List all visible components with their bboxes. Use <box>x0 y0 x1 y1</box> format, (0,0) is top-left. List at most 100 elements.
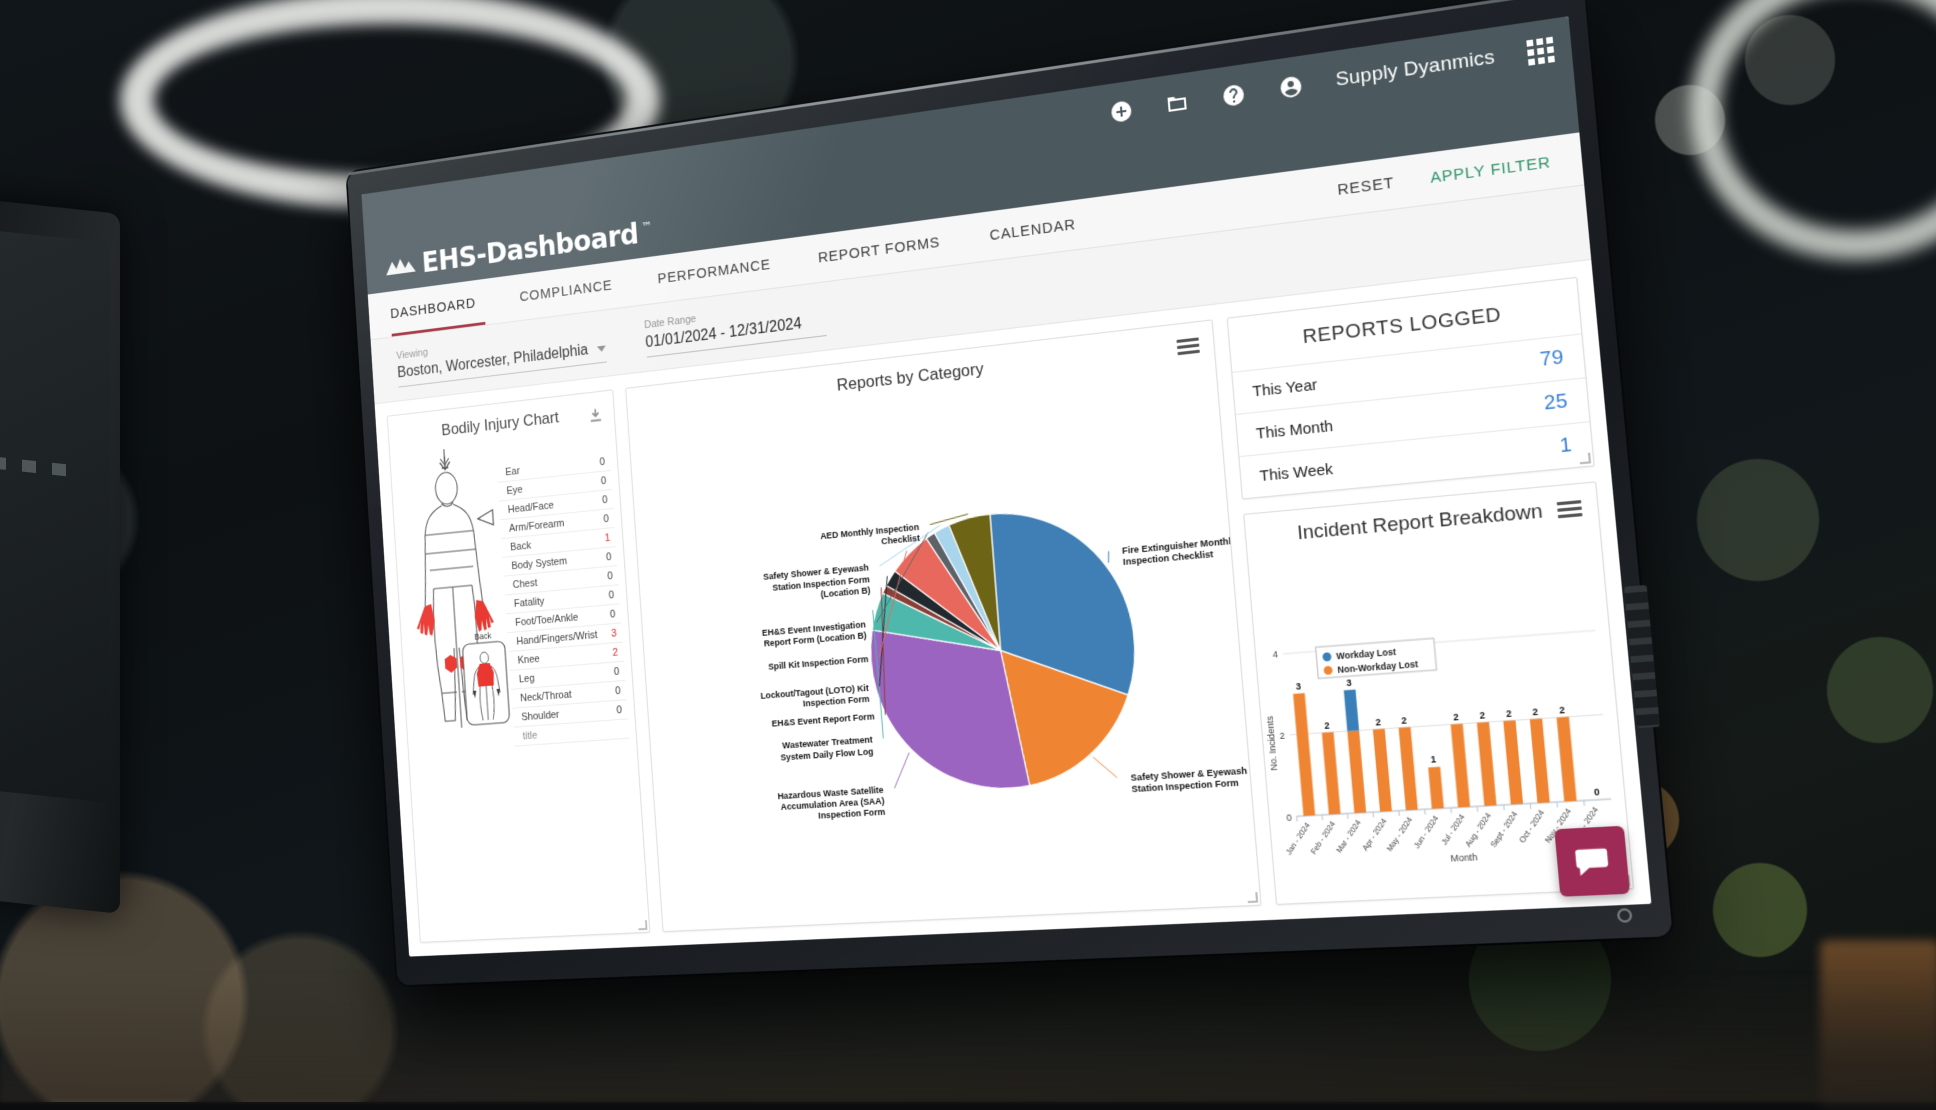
back-inset: Back <box>462 629 510 725</box>
gridline <box>1290 715 1603 735</box>
secondary-monitor-screen <box>0 230 110 803</box>
ring-light-bokeh-right <box>1690 0 1936 260</box>
apps-grid-icon[interactable] <box>1526 37 1555 66</box>
secondary-monitor <box>0 198 120 914</box>
chat-bubble-icon <box>1571 842 1613 881</box>
bar-series[interactable] <box>1293 675 1577 816</box>
viewing-field[interactable]: Viewing Boston, Worcester, Philadelphia <box>396 324 606 387</box>
pie-slice-label: Safety Shower & EyewashStation Inspectio… <box>763 562 871 604</box>
injury-count: 3 <box>611 627 617 639</box>
injury-part: Back <box>510 540 532 553</box>
bodily-injury-card: Bodily Injury Chart <box>387 389 650 943</box>
bar-segment[interactable] <box>1344 690 1359 732</box>
download-icon[interactable] <box>587 407 604 426</box>
apply-filter-button[interactable]: APPLY FILTER <box>1430 153 1552 187</box>
injury-count: 0 <box>607 570 613 582</box>
y-tick-label: 4 <box>1272 649 1278 661</box>
power-button[interactable] <box>1617 908 1633 923</box>
help-circle-icon[interactable] <box>1220 80 1249 110</box>
injury-part: Chest <box>512 577 537 591</box>
bar-segment[interactable] <box>1557 717 1577 802</box>
injury-part: Head/Face <box>507 499 554 515</box>
bar-segment[interactable] <box>1477 722 1497 806</box>
bar-value-label: 2 <box>1401 714 1408 726</box>
bar-value-labels: 323221222220 <box>1295 660 1600 814</box>
chart-menu-icon[interactable] <box>1176 334 1200 358</box>
folder-icon[interactable] <box>1163 89 1191 119</box>
bar-segment[interactable] <box>1293 693 1315 816</box>
injury-part: Leg <box>519 672 535 685</box>
bar-segment[interactable] <box>1322 732 1341 814</box>
right-column: REPORTS LOGGED This Year79 This Month25 … <box>1227 277 1634 905</box>
reports-logged-value: 25 <box>1543 390 1569 416</box>
bar-segment[interactable] <box>1399 727 1418 810</box>
injury-part: Body System <box>511 555 567 572</box>
bar-value-label: 2 <box>1532 705 1539 717</box>
injury-part: Knee <box>517 653 540 666</box>
bar-value-label: 3 <box>1295 680 1302 692</box>
injury-count: 0 <box>603 513 609 525</box>
chat-widget-button[interactable] <box>1554 826 1630 897</box>
trademark-symbol: ™ <box>641 219 652 234</box>
bar-value-label: 2 <box>1505 707 1512 719</box>
injury-part: Foot/Toe/Ankle <box>515 611 579 628</box>
y-tick-label: 2 <box>1279 730 1285 742</box>
pie-slice-label: Fire Extinguisher MonthlyInspection Chec… <box>1122 535 1238 568</box>
x-tick-label: Apr - 2024 <box>1362 818 1389 853</box>
x-tick-label: Oct - 2024 <box>1519 809 1547 845</box>
injury-part: Fatality <box>514 595 545 609</box>
account-circle-icon[interactable] <box>1277 72 1306 102</box>
injury-part: Arm/Forearm <box>509 517 565 534</box>
bar-value-label: 2 <box>1453 710 1460 722</box>
bar-segment[interactable] <box>1530 719 1550 804</box>
pie-slice-label: AED Monthly InspectionChecklist <box>820 521 921 552</box>
x-tick-label: Aug - 2024 <box>1465 812 1494 849</box>
reset-button[interactable]: RESET <box>1337 174 1395 199</box>
bar-y-axis-label: No. Incidents <box>1264 716 1280 771</box>
injury-part: Neck/Throat <box>520 688 572 703</box>
injury-count: 0 <box>616 704 622 716</box>
injury-count: 0 <box>602 494 608 506</box>
chart-menu-icon[interactable] <box>1556 497 1582 522</box>
bar-segment[interactable] <box>1503 720 1523 804</box>
pie-slices[interactable] <box>861 501 1145 796</box>
date-range-field[interactable]: Date Range 01/01/2024 - 12/31/2024 <box>644 297 826 358</box>
injury-count: 0 <box>599 456 605 468</box>
injury-count: 0 <box>615 685 621 697</box>
pie-slice-label: EH&S Event InvestigationReport Form (Loc… <box>762 619 867 649</box>
injury-part: Eye <box>506 484 523 497</box>
pie-leader-line <box>892 753 912 789</box>
y-tick-label: 0 <box>1286 811 1293 823</box>
injury-part: Ear <box>505 465 520 478</box>
bar-segment[interactable] <box>1451 724 1470 808</box>
reports-logged-label: This Month <box>1255 417 1333 442</box>
add-circle-icon[interactable] <box>1108 97 1136 127</box>
bar-segment[interactable] <box>1373 729 1392 812</box>
reports-logged-label: This Year <box>1252 376 1318 401</box>
back-inset-label: Back <box>474 630 492 642</box>
organization-name: Supply Dyanmics <box>1335 46 1496 92</box>
bar-value-label: 1 <box>1430 754 1437 766</box>
resize-handle[interactable] <box>1579 453 1591 465</box>
resize-handle[interactable] <box>1247 892 1258 903</box>
resize-handle[interactable] <box>638 920 648 930</box>
injury-count: 2 <box>612 646 618 658</box>
injury-footer-label: title <box>522 729 537 741</box>
x-tick-label: Sept - 2024 <box>1490 810 1520 849</box>
reports-logged-value: 1 <box>1559 434 1573 459</box>
x-tick-label: Mar - 2024 <box>1336 819 1364 855</box>
injury-count: 1 <box>604 532 610 544</box>
injury-count: 0 <box>600 475 606 487</box>
bar-value-label: 2 <box>1324 719 1331 731</box>
x-tick-label: May - 2024 <box>1386 816 1415 853</box>
bar-segment[interactable] <box>1428 767 1444 809</box>
bar-segment[interactable] <box>1347 730 1366 813</box>
bar-legend[interactable]: Workday LostNon-Workday Lost <box>1316 638 1437 678</box>
chevron-down-icon <box>597 345 606 352</box>
injury-part: Shoulder <box>521 709 560 723</box>
x-tick-label: Jun - 2024 <box>1413 815 1441 851</box>
bar-value-label: 2 <box>1375 716 1382 728</box>
x-tick-label: Jan - 2024 <box>1285 822 1312 857</box>
reports-logged-value: 79 <box>1539 346 1564 372</box>
pie-leader-line <box>1093 756 1117 779</box>
